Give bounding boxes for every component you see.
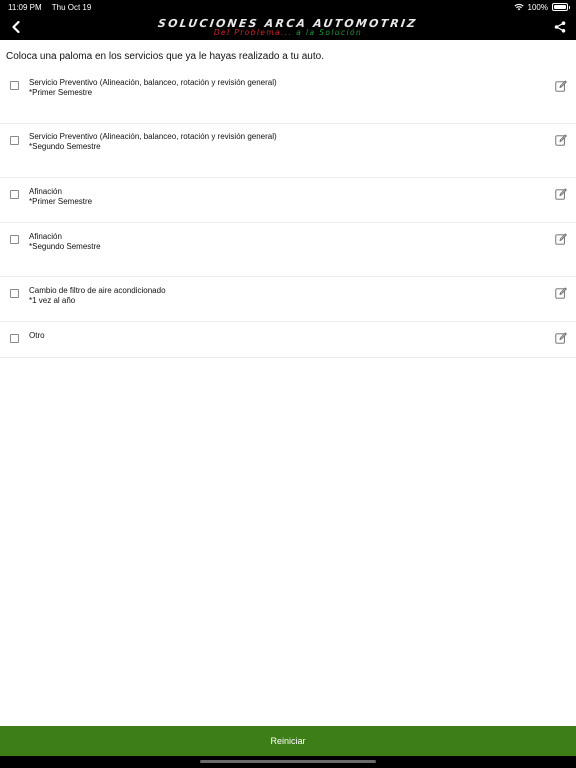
wifi-icon: [513, 4, 524, 11]
service-title: Otro: [29, 331, 45, 340]
instruction-text: Coloca una paloma en los servicios que y…: [6, 51, 324, 62]
status-right: 100%: [513, 2, 570, 12]
status-left: 11:09 PM Thu Oct 19: [8, 3, 99, 12]
list-item: Servicio Preventivo (Alineación, balance…: [0, 68, 576, 124]
share-button[interactable]: [550, 17, 570, 37]
list-item: Servicio Preventivo (Alineación, balance…: [0, 124, 576, 178]
brand-logo: SOLUCIONES ARCA AUTOMOTRIZ Del Problema.…: [157, 16, 419, 37]
service-checkbox[interactable]: [10, 136, 19, 145]
status-bar: 11:09 PM Thu Oct 19 100%: [0, 0, 576, 14]
edit-icon[interactable]: [555, 332, 567, 344]
service-title: Afinación: [29, 187, 62, 196]
service-checkbox[interactable]: [10, 190, 19, 199]
edit-icon[interactable]: [555, 233, 567, 245]
service-list: Servicio Preventivo (Alineación, balance…: [0, 68, 576, 358]
service-note: *Segundo Semestre: [29, 241, 101, 251]
service-title: Cambio de filtro de aire acondicionado: [29, 286, 166, 295]
home-indicator[interactable]: [200, 760, 376, 763]
edit-icon[interactable]: [555, 80, 567, 92]
service-text: Afinación *Primer Semestre: [29, 187, 92, 206]
edit-icon[interactable]: [555, 134, 567, 146]
status-date: Thu Oct 19: [51, 2, 92, 12]
service-title: Servicio Preventivo (Alineación, balance…: [29, 132, 277, 141]
reset-button-label: Reiniciar: [270, 736, 306, 746]
service-note: *Primer Semestre: [29, 87, 93, 97]
service-checkbox[interactable]: [10, 334, 19, 343]
list-item: Otro: [0, 322, 576, 358]
list-item: Afinación *Segundo Semestre: [0, 223, 576, 277]
battery-percent: 100%: [527, 2, 548, 12]
service-title: Afinación: [29, 232, 62, 241]
share-icon: [554, 21, 566, 33]
service-text: Cambio de filtro de aire acondicionado *…: [29, 286, 166, 305]
back-button[interactable]: [6, 17, 26, 37]
edit-icon[interactable]: [555, 287, 567, 299]
service-text: Otro: [29, 331, 45, 341]
service-note: *Segundo Semestre: [29, 141, 101, 151]
chevron-left-icon: [12, 21, 20, 33]
reset-button[interactable]: Reiniciar: [0, 726, 576, 756]
service-note: *1 vez al año: [29, 295, 76, 305]
battery-icon: [552, 3, 570, 11]
service-text: Afinación *Segundo Semestre: [29, 232, 101, 251]
service-checkbox[interactable]: [10, 81, 19, 90]
status-time: 11:09 PM: [8, 2, 42, 12]
edit-icon[interactable]: [555, 188, 567, 200]
service-text: Servicio Preventivo (Alineación, balance…: [29, 132, 277, 151]
header-bar: SOLUCIONES ARCA AUTOMOTRIZ Del Problema.…: [0, 14, 576, 40]
brand-title: SOLUCIONES ARCA AUTOMOTRIZ: [157, 16, 419, 30]
list-item: Afinación *Primer Semestre: [0, 178, 576, 223]
service-checkbox[interactable]: [10, 289, 19, 298]
list-item: Cambio de filtro de aire acondicionado *…: [0, 277, 576, 322]
service-note: *Primer Semestre: [29, 196, 93, 206]
service-checkbox[interactable]: [10, 235, 19, 244]
service-title: Servicio Preventivo (Alineación, balance…: [29, 78, 277, 87]
service-text: Servicio Preventivo (Alineación, balance…: [29, 78, 277, 97]
bottom-bar: [0, 756, 576, 768]
